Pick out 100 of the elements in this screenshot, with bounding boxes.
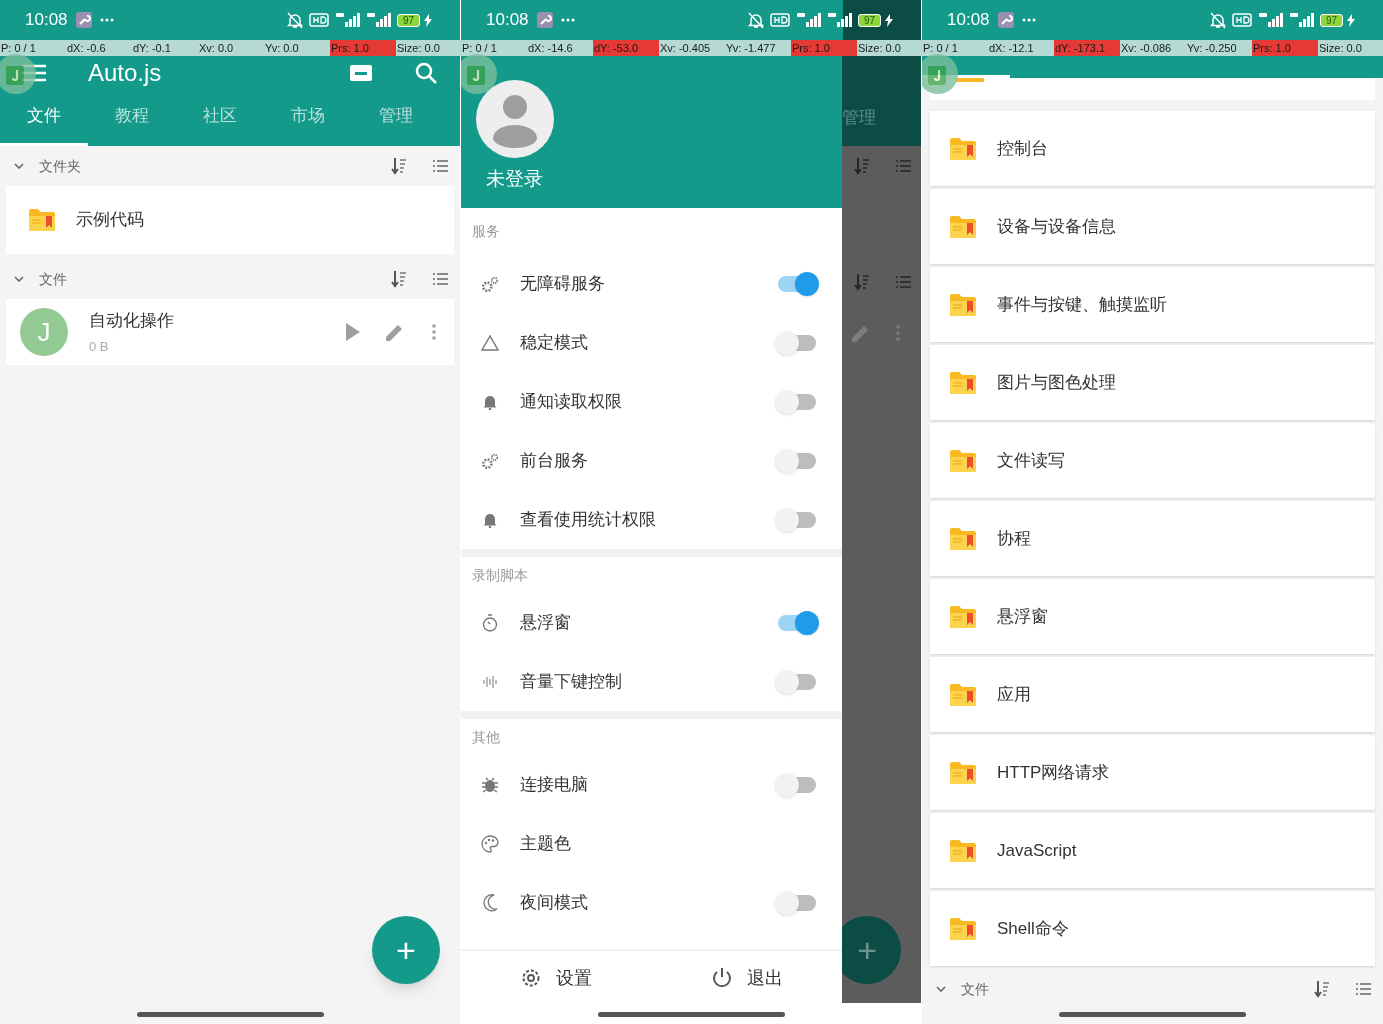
- drawer-item[interactable]: 前台服务: [461, 431, 843, 490]
- pointer-readout: Xv: -0.086: [1120, 40, 1186, 56]
- chevron-down-icon[interactable]: [14, 163, 24, 169]
- group-title: 其他: [472, 727, 500, 747]
- add-button: +: [842, 916, 902, 984]
- drawer-footer-button[interactable]: 退出: [651, 964, 843, 992]
- pointer-readout: dY: -0.1: [132, 40, 198, 56]
- chevron-down-icon[interactable]: [14, 276, 24, 282]
- pointer-readout: Size: 0.0: [1318, 40, 1383, 56]
- signal-icon: [364, 12, 391, 28]
- tab-label: 管理: [842, 107, 877, 129]
- folder-row[interactable]: 协程: [930, 501, 1375, 576]
- gears-icon: [481, 274, 499, 293]
- wrench-icon: [997, 12, 1014, 28]
- drawer-item[interactable]: 夜间模式: [461, 873, 843, 932]
- pointer-readout: Xv: -0.405: [659, 40, 725, 56]
- pointer-readout: Yv: -0.250: [1186, 40, 1252, 56]
- list-view-icon[interactable]: [433, 160, 448, 172]
- bell-off-icon: [1209, 11, 1226, 29]
- pencil-icon[interactable]: [852, 324, 871, 342]
- folder-name: 协程: [997, 527, 1031, 550]
- folder-row[interactable]: 设备与设备信息: [930, 189, 1375, 264]
- power-icon: [710, 967, 733, 989]
- battery-indicator: 97: [857, 13, 881, 27]
- drawer-item[interactable]: 查看使用统计权限: [461, 490, 843, 549]
- file-size: 0 B: [89, 338, 110, 356]
- folder-name: 图片与图色处理: [997, 371, 1116, 394]
- folder-name: 控制台: [997, 137, 1048, 160]
- more-notifications-icon: [1021, 18, 1036, 22]
- play-icon[interactable]: [346, 323, 360, 341]
- more-options-icon[interactable]: [896, 325, 901, 341]
- drawer-item[interactable]: 连接电脑: [461, 755, 843, 814]
- drawer-item[interactable]: 音量下键控制: [461, 652, 843, 711]
- folder-row[interactable]: 悬浮窗: [930, 579, 1375, 654]
- signal-icon: [333, 12, 360, 28]
- script-row[interactable]: J 自动化操作 0 B: [6, 299, 454, 365]
- pointer-readout: Size: 0.0: [396, 40, 462, 56]
- folder-name: 示例代码: [76, 209, 144, 232]
- status-time: 10:08: [25, 9, 68, 32]
- drawer-item[interactable]: 悬浮窗: [461, 593, 843, 652]
- pointer-readout: P: 0 / 1: [0, 40, 66, 56]
- pointer-readout: dY: -173.1: [1054, 40, 1120, 56]
- folder-row[interactable]: 文件读写: [930, 423, 1375, 498]
- folder-row[interactable]: 示例代码: [6, 186, 454, 254]
- pointer-readout: Prs: 1.0: [1252, 40, 1318, 56]
- bell-icon: [483, 393, 497, 410]
- folder-row[interactable]: 图片与图色处理: [930, 345, 1375, 420]
- pointer-readout: P: 0 / 1: [922, 40, 988, 56]
- drawer-item[interactable]: 主题色: [461, 814, 843, 873]
- folder-row[interactable]: Shell命令: [930, 891, 1375, 966]
- sort-icon[interactable]: [391, 270, 407, 288]
- sort-icon[interactable]: [391, 157, 407, 175]
- folder-row[interactable]: JavaScript: [930, 813, 1375, 888]
- pencil-icon[interactable]: [386, 323, 404, 341]
- hd-voice-icon: [308, 13, 329, 27]
- charging-icon: [885, 13, 893, 27]
- folder-name: HTTP网络请求: [997, 761, 1110, 784]
- drawer-item[interactable]: 无障碍服务: [461, 254, 843, 313]
- list-view-icon[interactable]: [1356, 983, 1371, 995]
- bell-icon: [483, 511, 497, 528]
- script-name: 自动化操作: [89, 309, 174, 332]
- status-time: 10:08: [486, 9, 529, 32]
- list-view-icon[interactable]: [896, 276, 912, 288]
- more-notifications-icon: [560, 18, 575, 22]
- charging-icon: [424, 13, 432, 27]
- folder-name: 事件与按键、触摸监听: [997, 293, 1167, 316]
- signal-icon: [1287, 12, 1314, 28]
- signal-icon: [794, 12, 821, 28]
- folder-row[interactable]: 事件与按键、触摸监听: [930, 267, 1375, 342]
- section-title: 文件夹: [39, 156, 81, 176]
- folder-add-icon[interactable]: [350, 64, 372, 81]
- drawer-item[interactable]: 稳定模式: [461, 313, 843, 372]
- folder-row[interactable]: 应用: [930, 657, 1375, 732]
- search-icon[interactable]: [414, 60, 438, 85]
- drawer-item[interactable]: 通知读取权限: [461, 372, 843, 431]
- folder-name: JavaScript: [997, 839, 1077, 862]
- more-notifications-icon: [99, 18, 114, 22]
- hd-voice-icon: [769, 13, 790, 27]
- pointer-readout: Prs: 1.0: [330, 40, 396, 56]
- script-avatar: J: [20, 308, 68, 356]
- pointer-readout: Prs: 1.0: [791, 40, 857, 56]
- pointer-readout: Yv: 0.0: [264, 40, 330, 56]
- chevron-down-icon[interactable]: [936, 986, 946, 992]
- folder-row[interactable]: HTTP网络请求: [930, 735, 1375, 810]
- pointer-readout: dX: -14.6: [527, 40, 593, 56]
- gears-icon: [481, 451, 499, 470]
- pointer-readout: Size: 0.0: [857, 40, 923, 56]
- pointer-readout: Yv: -1.477: [725, 40, 791, 56]
- more-options-icon[interactable]: [432, 324, 436, 340]
- list-view-icon[interactable]: [433, 273, 448, 285]
- folder-row[interactable]: 控制台: [930, 111, 1375, 186]
- drawer-footer-button[interactable]: 设置: [461, 964, 652, 992]
- app-title: Auto.js: [88, 58, 162, 87]
- sort-icon[interactable]: [1314, 980, 1330, 998]
- avatar-placeholder[interactable]: [476, 80, 554, 158]
- folder-name: 应用: [997, 683, 1031, 706]
- group-title: 录制脚本: [472, 565, 528, 585]
- stopwatch-icon: [482, 613, 498, 632]
- list-view-icon[interactable]: [896, 160, 912, 172]
- moon-icon: [482, 893, 498, 912]
